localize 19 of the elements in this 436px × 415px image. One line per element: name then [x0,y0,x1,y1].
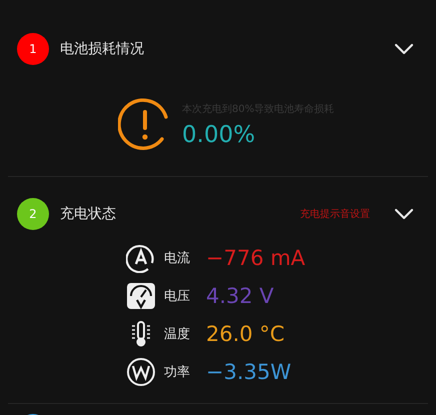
metric-label: 电流 [164,250,190,267]
metric-label: 温度 [164,326,190,343]
section-title: 充电状态 [60,205,116,223]
metric-label: 电压 [164,288,190,305]
metric-value: 4.32 V [206,284,274,308]
section-title: 电池损耗情况 [60,40,144,58]
watt-icon [126,357,156,387]
chevron-down-icon[interactable] [394,43,414,55]
sound-settings-link[interactable]: 充电提示音设置 [300,207,370,221]
chevron-down-icon[interactable] [394,208,414,220]
metric-label: 功率 [164,364,190,381]
number-badge: 2 [17,198,49,230]
ammeter-icon [126,243,156,273]
voltmeter-icon [126,282,156,310]
metric-value: 26.0 °C [206,322,285,346]
metric-value: −3.35W [206,360,292,384]
wear-value: 0.00% [182,122,256,148]
number-badge: 1 [17,33,49,65]
metric-value: −776 mA [206,246,306,270]
